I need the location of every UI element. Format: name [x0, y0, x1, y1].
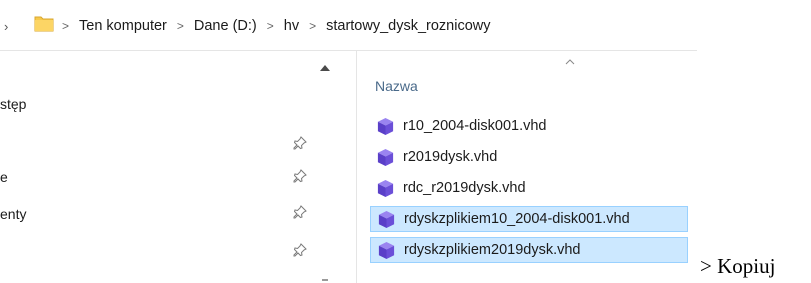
- file-row-selected[interactable]: rdyskzplikiem10_2004-disk001.vhd: [370, 206, 688, 232]
- address-bar[interactable]: › > Ten komputer > Dane (D:) > hv > star…: [0, 0, 697, 51]
- vhd-file-icon: [378, 241, 395, 259]
- document-text: > Kopiuj: [700, 254, 776, 278]
- vhd-file-icon: [377, 179, 394, 197]
- breadcrumb-current-folder[interactable]: startowy_dysk_roznicowy: [326, 18, 490, 34]
- breadcrumb-separator-icon[interactable]: >: [62, 19, 69, 33]
- folder-icon: [34, 16, 54, 32]
- nav-item-desktop[interactable]: e: [0, 169, 8, 185]
- file-row-selected[interactable]: rdyskzplikiem2019dysk.vhd: [370, 237, 688, 263]
- pin-icon[interactable]: [293, 243, 307, 257]
- vhd-file-icon: [377, 148, 394, 166]
- file-explorer-window: › > Ten komputer > Dane (D:) > hv > star…: [0, 0, 697, 283]
- breadcrumb-this-pc[interactable]: Ten komputer: [79, 18, 167, 34]
- file-row[interactable]: r10_2004-disk001.vhd: [370, 113, 688, 139]
- vhd-file-icon: [377, 117, 394, 135]
- file-row[interactable]: rdc_r2019dysk.vhd: [370, 175, 688, 201]
- file-row[interactable]: r2019dysk.vhd: [370, 144, 688, 170]
- file-name: rdyskzplikiem2019dysk.vhd: [404, 242, 581, 258]
- file-name: r10_2004-disk001.vhd: [403, 118, 547, 134]
- file-list: Nazwa r10_2004-disk001.vhd r2019dysk.vhd: [357, 51, 697, 283]
- file-name: r2019dysk.vhd: [403, 149, 498, 165]
- breadcrumb-separator-icon[interactable]: >: [267, 19, 274, 33]
- scroll-down-arrow-icon[interactable]: [322, 279, 328, 283]
- sort-ascending-icon: [565, 59, 575, 65]
- breadcrumb-drive-d[interactable]: Dane (D:): [194, 18, 257, 34]
- navigation-pane: stęp e enty: [0, 51, 346, 283]
- pin-icon[interactable]: [293, 136, 307, 150]
- recent-locations-arrow-icon[interactable]: ›: [4, 19, 8, 34]
- scroll-up-arrow-icon[interactable]: [320, 65, 330, 71]
- breadcrumb-hv[interactable]: hv: [284, 18, 299, 34]
- nav-item-quick-access[interactable]: stęp: [0, 96, 26, 112]
- breadcrumb-separator-icon[interactable]: >: [177, 19, 184, 33]
- pin-icon[interactable]: [293, 205, 307, 219]
- column-header-name[interactable]: Nazwa: [375, 78, 418, 94]
- pin-icon[interactable]: [293, 169, 307, 183]
- file-name: rdc_r2019dysk.vhd: [403, 180, 526, 196]
- breadcrumb-separator-icon[interactable]: >: [309, 19, 316, 33]
- breadcrumb: > Ten komputer > Dane (D:) > hv > starto…: [62, 15, 491, 37]
- nav-item-documents[interactable]: enty: [0, 206, 26, 222]
- vhd-file-icon: [378, 210, 395, 228]
- file-name: rdyskzplikiem10_2004-disk001.vhd: [404, 211, 630, 227]
- nav-pane-scrollbar[interactable]: [312, 51, 348, 283]
